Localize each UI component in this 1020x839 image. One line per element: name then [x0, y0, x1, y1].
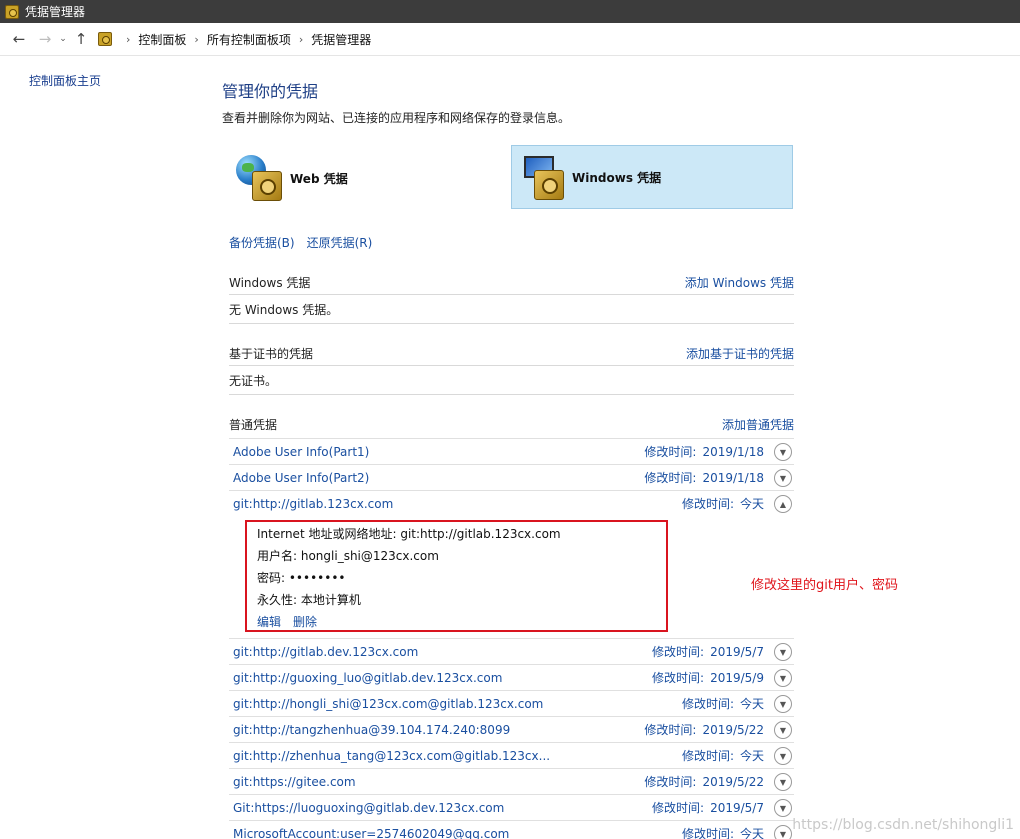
credential-row[interactable]: Git:https://luoguoxing@gitlab.dev.123cx.… [229, 794, 794, 820]
breadcrumb-separator-icon[interactable]: › [126, 33, 130, 46]
up-arrow-icon[interactable]: ↑ [70, 28, 92, 50]
generic-credentials-list: Adobe User Info(Part1) 修改时间: 2019/1/18 ▼ … [229, 438, 794, 839]
recent-locations-chevron-icon[interactable]: ⌄ [56, 28, 70, 50]
add-windows-credential-link[interactable]: 添加 Windows 凭据 [685, 274, 794, 291]
breadcrumb-separator-icon[interactable]: › [194, 33, 198, 46]
breadcrumb-control-panel[interactable]: 控制面板 [138, 31, 186, 48]
credential-row[interactable]: git:http://zhenhua_tang@123cx.com@gitlab… [229, 742, 794, 768]
annotation-text: 修改这里的git用户、密码 [751, 578, 898, 593]
windows-credentials-icon [516, 152, 566, 202]
credential-row[interactable]: MicrosoftAccount:user=2574602049@qq.com … [229, 820, 794, 839]
edit-credential-link[interactable]: 编辑 [257, 613, 281, 630]
restore-credentials-link[interactable]: 还原凭据(R) [307, 234, 373, 251]
page-description: 查看并删除你为网站、已连接的应用程序和网络保存的登录信息。 [222, 111, 571, 125]
credential-detail: Internet 地址或网络地址: git:http://gitlab.123c… [229, 516, 794, 638]
modified-time: 修改时间: 2019/5/7 [652, 801, 764, 815]
modified-time: 修改时间: 今天 [681, 827, 764, 839]
modified-time: 修改时间: 2019/1/18 [644, 471, 764, 485]
window-title: 凭据管理器 [25, 5, 86, 19]
expand-chevron-icon[interactable]: ▼ [774, 799, 792, 817]
expand-chevron-icon[interactable]: ▼ [774, 469, 792, 487]
windows-credentials-section-header: Windows 凭据 添加 Windows 凭据 [229, 270, 794, 294]
credential-row[interactable]: git:http://tangzhenhua@39.104.174.240:80… [229, 716, 794, 742]
sidebar-control-panel-home[interactable]: 控制面板主页 [29, 72, 101, 89]
credential-row-expanded[interactable]: git:http://gitlab.123cx.com 修改时间: 今天 ▲ [229, 490, 794, 516]
cert-credentials-section-header: 基于证书的凭据 添加基于证书的凭据 [229, 341, 794, 365]
delete-credential-link[interactable]: 删除 [293, 613, 317, 630]
credential-name[interactable]: git:http://gitlab.123cx.com [233, 497, 393, 511]
breadcrumb-credential-manager[interactable]: 凭据管理器 [311, 31, 371, 48]
location-icon [98, 32, 112, 46]
modified-time: 修改时间: 2019/1/18 [644, 445, 764, 459]
credential-row[interactable]: git:http://guoxing_luo@gitlab.dev.123cx.… [229, 664, 794, 690]
modified-time: 修改时间: 2019/5/7 [652, 645, 764, 659]
cert-credentials-empty: 无证书。 [229, 365, 794, 395]
windows-credentials-tab[interactable]: Windows 凭据 [511, 145, 793, 209]
credential-row[interactable]: git:http://gitlab.dev.123cx.com 修改时间: 201… [229, 638, 794, 664]
back-arrow-icon[interactable]: ← [8, 28, 30, 50]
credential-row[interactable]: git:https://gitee.com 修改时间: 2019/5/22 ▼ [229, 768, 794, 794]
detail-password: 密码: •••••••• [257, 571, 346, 585]
credential-name[interactable]: Adobe User Info(Part2) [233, 471, 369, 485]
title-bar: 凭据管理器 [0, 0, 1020, 23]
windows-credentials-empty: 无 Windows 凭据。 [229, 294, 794, 324]
generic-credentials-section-header: 普通凭据 添加普通凭据 [229, 412, 794, 436]
breadcrumb-separator-icon[interactable]: › [299, 33, 303, 46]
modified-time: 修改时间: 今天 [681, 749, 764, 763]
add-cert-credential-link[interactable]: 添加基于证书的凭据 [686, 345, 794, 362]
web-credentials-label: Web 凭据 [290, 171, 348, 186]
detail-username: 用户名: hongli_shi@123cx.com [257, 549, 439, 563]
credential-row[interactable]: Adobe User Info(Part2) 修改时间: 2019/1/18 ▼ [229, 464, 794, 490]
credential-row[interactable]: git:http://hongli_shi@123cx.com@gitlab.1… [229, 690, 794, 716]
section-title: 基于证书的凭据 [229, 346, 314, 361]
breadcrumb-all-items[interactable]: 所有控制面板项 [207, 31, 291, 48]
credential-name[interactable]: Adobe User Info(Part1) [233, 445, 369, 459]
modified-time: 修改时间: 今天 [681, 497, 764, 511]
section-title: 普通凭据 [229, 417, 278, 432]
address-bar: ← → ⌄ ↑ › 控制面板 › 所有控制面板项 › 凭据管理器 [0, 23, 1020, 56]
modified-time: 修改时间: 2019/5/22 [644, 775, 764, 789]
credential-name[interactable]: git:http://hongli_shi@123cx.com@gitlab.1… [233, 697, 543, 711]
expand-chevron-icon[interactable]: ▼ [774, 825, 792, 839]
expand-chevron-icon[interactable]: ▼ [774, 669, 792, 687]
credential-name[interactable]: git:http://tangzhenhua@39.104.174.240:80… [233, 723, 510, 737]
expand-chevron-icon[interactable]: ▼ [774, 773, 792, 791]
credential-name[interactable]: Git:https://luoguoxing@gitlab.dev.123cx.… [233, 801, 504, 815]
modified-time: 修改时间: 2019/5/9 [652, 671, 764, 685]
credential-name[interactable]: git:https://gitee.com [233, 775, 356, 789]
detail-actions: 编辑 删除 [257, 613, 317, 630]
add-generic-credential-link[interactable]: 添加普通凭据 [722, 416, 794, 433]
expand-chevron-icon[interactable]: ▼ [774, 643, 792, 661]
backup-credentials-link[interactable]: 备份凭据(B) [229, 234, 295, 251]
section-title: Windows 凭据 [229, 275, 311, 290]
credential-name[interactable]: git:http://guoxing_luo@gitlab.dev.123cx.… [233, 671, 502, 685]
backup-restore-links: 备份凭据(B) 还原凭据(R) [229, 234, 372, 251]
modified-time: 修改时间: 2019/5/22 [644, 723, 764, 737]
expand-chevron-icon[interactable]: ▼ [774, 747, 792, 765]
detail-address: Internet 地址或网络地址: git:http://gitlab.123c… [257, 527, 561, 541]
credential-manager-icon [5, 4, 19, 19]
watermark: https://blog.csdn.net/shihongli1 [792, 817, 1014, 833]
expand-chevron-icon[interactable]: ▼ [774, 695, 792, 713]
collapse-chevron-icon[interactable]: ▲ [774, 495, 792, 513]
page-title: 管理你的凭据 [222, 82, 319, 101]
credential-name[interactable]: MicrosoftAccount:user=2574602049@qq.com [233, 827, 509, 839]
credential-name[interactable]: git:http://zhenhua_tang@123cx.com@gitlab… [233, 749, 550, 763]
expand-chevron-icon[interactable]: ▼ [774, 721, 792, 739]
forward-arrow-icon[interactable]: → [34, 28, 56, 50]
expand-chevron-icon[interactable]: ▼ [774, 443, 792, 461]
modified-time: 修改时间: 今天 [681, 697, 764, 711]
credential-row[interactable]: Adobe User Info(Part1) 修改时间: 2019/1/18 ▼ [229, 438, 794, 464]
web-credentials-tab[interactable]: Web 凭据 [230, 146, 490, 210]
detail-persistence: 永久性: 本地计算机 [257, 593, 361, 607]
credential-name[interactable]: git:http://gitlab.dev.123cx.com [233, 645, 418, 659]
web-credentials-icon [234, 153, 284, 203]
highlight-box: Internet 地址或网络地址: git:http://gitlab.123c… [245, 520, 668, 632]
breadcrumb: › 控制面板 › 所有控制面板项 › 凭据管理器 [98, 27, 371, 51]
windows-credentials-label: Windows 凭据 [572, 170, 662, 185]
